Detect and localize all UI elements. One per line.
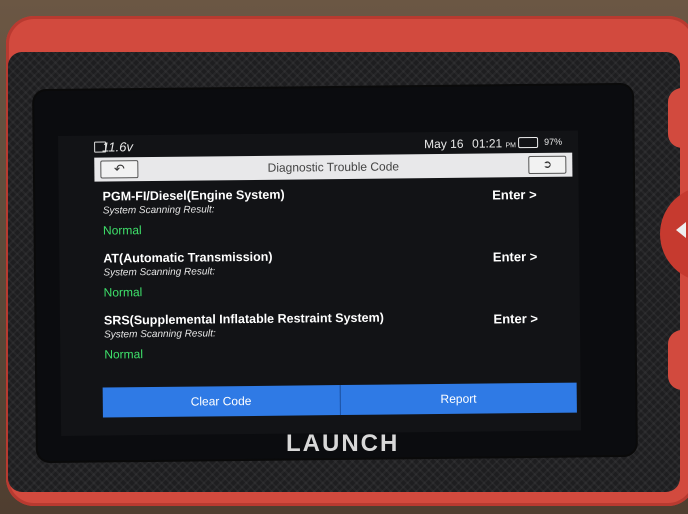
page-title: Diagnostic Trouble Code bbox=[267, 159, 400, 175]
enter-button-engine[interactable]: Enter > bbox=[492, 187, 537, 202]
system-row-transmission: AT(Automatic Transmission) System Scanni… bbox=[103, 247, 574, 312]
system-name: PGM-FI/Diesel(Engine System) bbox=[102, 187, 285, 204]
bottom-action-bar: Clear Code Report bbox=[102, 382, 577, 418]
battery-percent: 97% bbox=[544, 136, 563, 147]
scan-result-label: System Scanning Result: bbox=[104, 328, 216, 341]
clear-code-button[interactable]: Clear Code bbox=[102, 385, 341, 418]
title-bar: ↶ Diagnostic Trouble Code ➲ bbox=[94, 152, 573, 182]
voltage-reading: 11.6v bbox=[102, 139, 134, 155]
scan-result-label: System Scanning Result: bbox=[102, 204, 215, 217]
system-row-srs: SRS(Supplemental Inflatable Restraint Sy… bbox=[104, 309, 575, 374]
scan-result-value: Normal bbox=[104, 347, 144, 362]
exit-button[interactable]: ➲ bbox=[528, 155, 567, 175]
system-name: AT(Automatic Transmission) bbox=[103, 249, 273, 266]
screen: 11.6v May 16 01:21 PM 97% ↶ Diagnostic T… bbox=[58, 130, 582, 436]
system-row-engine: PGM-FI/Diesel(Engine System) System Scan… bbox=[103, 185, 574, 250]
battery-icon bbox=[518, 136, 539, 149]
scan-result-value: Normal bbox=[102, 223, 142, 238]
status-time: 01:21 PM bbox=[472, 136, 517, 151]
side-button-top[interactable] bbox=[668, 88, 688, 148]
exit-icon: ➲ bbox=[542, 158, 553, 171]
enter-button-srs[interactable]: Enter > bbox=[493, 311, 538, 326]
left-arrow-icon bbox=[676, 222, 686, 238]
enter-button-transmission[interactable]: Enter > bbox=[493, 249, 538, 264]
scan-result-value: Normal bbox=[103, 285, 143, 300]
report-button[interactable]: Report bbox=[340, 382, 577, 416]
scan-result-label: System Scanning Result: bbox=[103, 266, 216, 279]
side-button-bottom[interactable] bbox=[668, 330, 688, 390]
launch-logo: LAUNCH bbox=[286, 430, 400, 457]
status-date: May 16 bbox=[424, 136, 464, 152]
system-name: SRS(Supplemental Inflatable Restraint Sy… bbox=[103, 310, 384, 328]
